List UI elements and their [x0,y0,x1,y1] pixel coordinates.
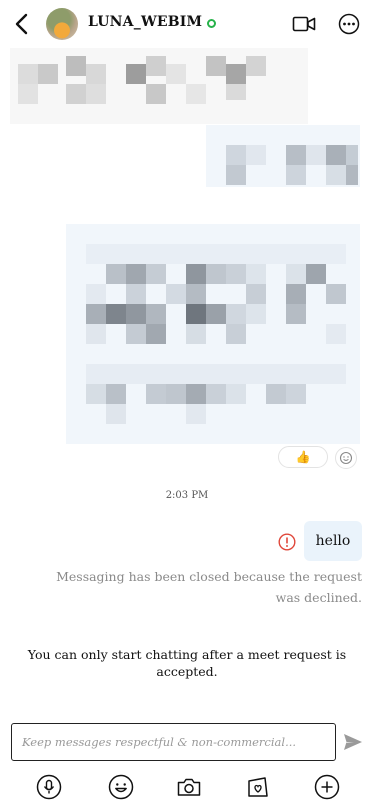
pixelated-sent-message-1 [206,125,360,187]
send-icon[interactable] [343,733,363,751]
microphone-icon[interactable] [36,774,62,800]
add-reaction-icon [339,451,353,465]
message-input[interactable]: Keep messages respectful & non-commercia… [11,723,336,761]
emoji-icon[interactable] [108,774,134,800]
video-call-icon[interactable] [292,13,316,35]
camera-icon[interactable] [176,774,202,800]
avatar[interactable] [46,8,78,40]
pixelated-sent-message-2 [66,224,360,444]
pixelated-received-message [10,48,308,124]
thumbs-up-reaction[interactable]: 👍 [278,446,328,468]
thumbs-up-icon: 👍 [295,450,311,464]
add-reaction-button[interactable] [335,447,357,469]
chat-header: LUNA_WEBIM [0,0,374,48]
sent-message-bubble[interactable]: hello [304,521,362,561]
more-options-icon[interactable] [338,13,360,35]
online-status-icon [207,19,216,28]
send-failed-icon[interactable] [278,533,296,551]
meet-request-notice: You can only start chatting after a meet… [27,647,347,679]
gift-bag-icon[interactable] [245,774,271,800]
contact-name[interactable]: LUNA_WEBIM [88,14,202,30]
add-icon[interactable] [314,774,340,800]
messaging-closed-notice: Messaging has been closed because the re… [56,569,362,605]
bottom-toolbar [0,770,374,810]
back-arrow-icon[interactable] [10,10,34,38]
message-input-placeholder: Keep messages respectful & non-commercia… [22,735,297,749]
sent-message-text: hello [315,533,351,549]
message-timestamp: 2:03 PM [165,490,209,501]
